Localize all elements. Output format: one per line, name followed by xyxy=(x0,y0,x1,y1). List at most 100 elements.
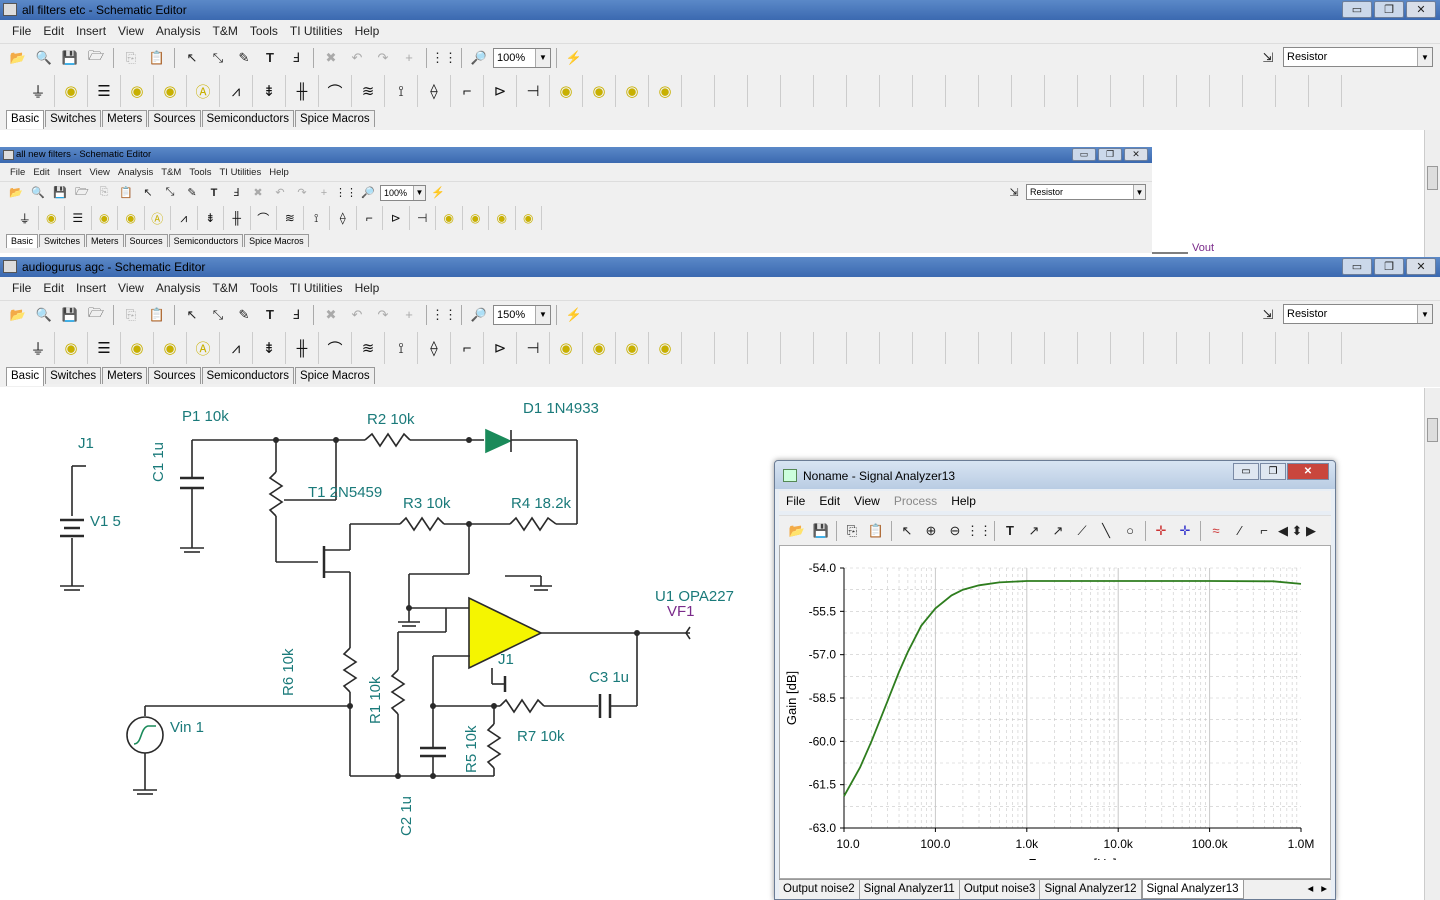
restore-button[interactable]: ❐ xyxy=(1374,1,1404,18)
wire-icon[interactable]: ⤡ xyxy=(206,303,230,327)
menu-edit[interactable]: Edit xyxy=(29,167,53,178)
menu-file[interactable]: File xyxy=(6,281,37,295)
erase-text-icon[interactable]: Ⅎ xyxy=(226,181,246,205)
paste-icon[interactable]: 📋 xyxy=(145,46,169,70)
analyzer-close-button[interactable]: ✕ xyxy=(1287,463,1329,480)
redo-icon[interactable]: ↷ xyxy=(292,181,312,205)
component-select[interactable]: Resistor ▼ xyxy=(1283,304,1433,324)
open-folder-icon[interactable]: 🗁 xyxy=(72,181,92,205)
switch-icon[interactable]: ⟟ xyxy=(385,332,418,364)
delete-icon[interactable]: ✖ xyxy=(248,181,268,205)
probe-icon[interactable]: ⁄ xyxy=(1228,519,1252,543)
window-1-titlebar[interactable]: all filters etc - Schematic Editor ▭ ❐ ✕ xyxy=(0,0,1440,20)
tab-scroll-left-icon[interactable]: ◂ xyxy=(1303,880,1317,899)
redo-icon[interactable]: ↷ xyxy=(371,46,395,70)
tab-switches[interactable]: Switches xyxy=(45,367,102,384)
controlled-source-icon[interactable]: ◉ xyxy=(516,206,542,230)
potentiometer-icon[interactable]: ⇟ xyxy=(253,332,286,364)
label-r4[interactable]: R4 18.2k xyxy=(511,495,571,512)
step-icon[interactable]: ⌐ xyxy=(1252,519,1276,543)
menu-tm[interactable]: T&M xyxy=(207,281,244,295)
cursor-b-icon[interactable]: ✛ xyxy=(1173,519,1197,543)
analyzer-titlebar[interactable]: Noname - Signal Analyzer13 ▭ ❐ ✕ xyxy=(775,461,1335,489)
open-icon[interactable]: 📂 xyxy=(785,519,809,543)
diode-icon[interactable]: ⊳ xyxy=(484,332,517,364)
menu-analysis[interactable]: Analysis xyxy=(114,167,157,178)
menu-edit[interactable]: Edit xyxy=(37,24,70,38)
relay-icon[interactable]: ⟠ xyxy=(330,206,357,230)
battery-icon[interactable]: ☰ xyxy=(88,332,121,364)
undo-icon[interactable]: ↶ xyxy=(345,303,369,327)
menu-view[interactable]: View xyxy=(112,281,150,295)
cursor-a-icon[interactable]: ✛ xyxy=(1149,519,1173,543)
voltmeter-icon[interactable]: ◉ xyxy=(55,75,88,107)
zoom-icon[interactable]: 🔎 xyxy=(358,181,378,205)
find-icon[interactable]: 🔍 xyxy=(32,303,56,327)
inductor-icon[interactable]: ⌒ xyxy=(251,206,277,230)
analyzer-minimize-button[interactable]: ▭ xyxy=(1233,463,1259,480)
relay-icon[interactable]: ⟠ xyxy=(418,75,451,107)
analyzer-tab[interactable]: Output noise2 xyxy=(779,880,860,899)
zoom-icon[interactable]: 🔎 xyxy=(467,303,491,327)
minimize-button[interactable]: ▭ xyxy=(1342,258,1372,275)
label-r6[interactable]: R6 10k xyxy=(280,648,297,696)
find-icon[interactable]: 🔍 xyxy=(28,181,48,205)
menu-view[interactable]: View xyxy=(85,167,113,178)
tab-spice-macros[interactable]: Spice Macros xyxy=(294,110,375,127)
analyzer-tab[interactable]: Signal Analyzer12 xyxy=(1040,880,1142,899)
switch-icon[interactable]: ⟟ xyxy=(304,206,330,230)
label-vf1[interactable]: VF1 xyxy=(667,603,695,620)
component-select[interactable]: Resistor ▼ xyxy=(1283,47,1433,67)
paste-icon[interactable]: 📋 xyxy=(116,181,136,205)
arrow-annotation-2-icon[interactable]: ↗ xyxy=(1046,519,1070,543)
undo-icon[interactable]: ↶ xyxy=(270,181,290,205)
zoom-select[interactable]: 100% ▼ xyxy=(380,184,426,201)
grid-icon[interactable]: ⋮⋮ xyxy=(431,46,457,70)
paste-icon[interactable]: 📋 xyxy=(145,303,169,327)
pencil-icon[interactable]: ✎ xyxy=(232,46,256,70)
current-source-icon[interactable]: ◉ xyxy=(436,206,463,230)
terminal-icon[interactable]: ⊣ xyxy=(410,206,436,230)
copy-icon[interactable]: ⎘ xyxy=(119,46,143,70)
copy-icon[interactable]: ⎘ xyxy=(840,519,864,543)
voltage-source-icon[interactable]: ◉ xyxy=(463,206,489,230)
erase-text-icon[interactable]: Ⅎ xyxy=(284,46,308,70)
grid-icon[interactable]: ⋮⋮ xyxy=(431,303,457,327)
menu-view[interactable]: View xyxy=(112,24,150,38)
meter-icon[interactable]: ◉ xyxy=(121,332,154,364)
spst-icon[interactable]: ⌐ xyxy=(451,332,484,364)
analyzer-tab[interactable]: Signal Analyzer11 xyxy=(860,880,960,899)
save-icon[interactable]: 💾 xyxy=(58,303,82,327)
battery-icon[interactable]: ☰ xyxy=(65,206,92,230)
tab-semiconductors[interactable]: Semiconductors xyxy=(201,110,294,127)
menu-tm[interactable]: T&M xyxy=(207,24,244,38)
menu-insert[interactable]: Insert xyxy=(54,167,86,178)
component-pick-icon[interactable]: ⇲ xyxy=(1256,303,1280,327)
component-pick-icon[interactable]: ⇲ xyxy=(1256,46,1280,70)
controlled-source-icon[interactable]: ◉ xyxy=(489,206,516,230)
label-r3[interactable]: R3 10k xyxy=(403,495,451,512)
zoom-select[interactable]: 150% ▼ xyxy=(493,304,551,325)
open-icon[interactable]: 📂 xyxy=(6,46,30,70)
spst-icon[interactable]: ⌐ xyxy=(451,75,484,107)
label-d1[interactable]: D1 1N4933 xyxy=(523,400,599,417)
label-j1-opamp[interactable]: J1 xyxy=(498,651,514,668)
analyzer-menu-file[interactable]: File xyxy=(779,494,812,508)
analyzer-menu-edit[interactable]: Edit xyxy=(812,494,847,508)
cross-icon[interactable]: + xyxy=(397,303,421,327)
resistor-icon[interactable]: ⩘ xyxy=(220,75,253,107)
menu-tools[interactable]: Tools xyxy=(244,281,284,295)
meter-icon[interactable]: ◉ xyxy=(154,332,187,364)
scroll-right-icon[interactable]: ▶ xyxy=(1304,519,1318,543)
text-icon[interactable]: T xyxy=(204,181,224,205)
delete-icon[interactable]: ✖ xyxy=(319,46,343,70)
menu-file[interactable]: File xyxy=(6,24,37,38)
tab-basic[interactable]: Basic xyxy=(6,367,45,386)
analyzer-menu-help[interactable]: Help xyxy=(944,494,983,508)
tab-sources[interactable]: Sources xyxy=(148,367,201,384)
label-j1-top[interactable]: J1 xyxy=(78,435,94,452)
tab-spice-macros[interactable]: Spice Macros xyxy=(294,367,375,384)
text-icon[interactable]: T xyxy=(258,46,282,70)
label-t1[interactable]: T1 2N5459 xyxy=(308,484,382,501)
tab-scroll-right-icon[interactable]: ▸ xyxy=(1317,880,1331,899)
